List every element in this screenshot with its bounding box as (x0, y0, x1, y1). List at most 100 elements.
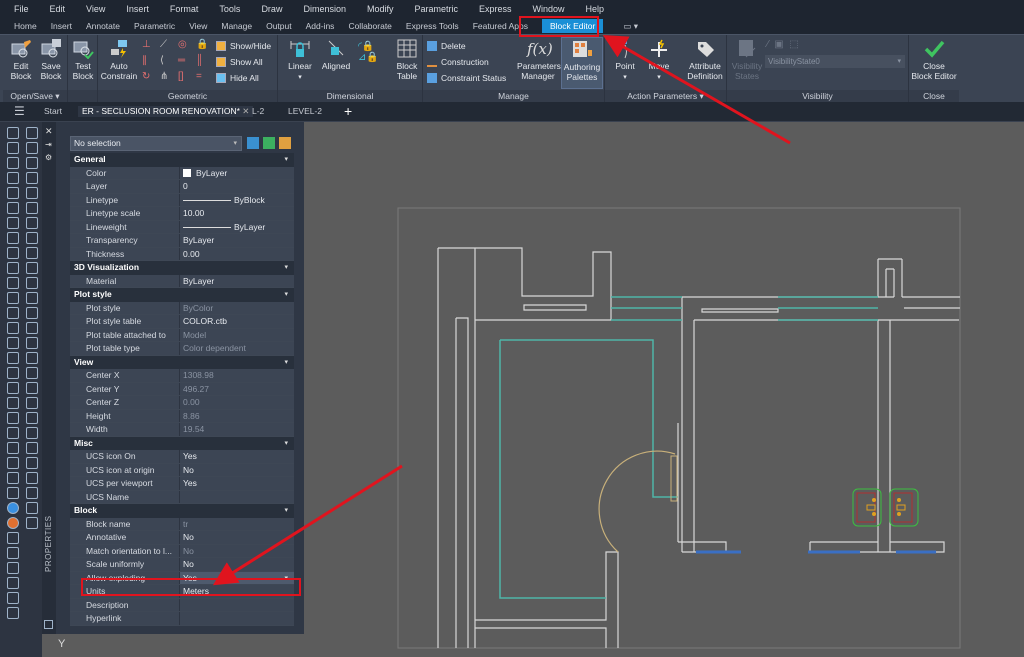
hamburger-menu-icon[interactable]: ☰ (14, 104, 25, 118)
tool-icon[interactable] (7, 277, 19, 289)
property-value[interactable] (180, 612, 294, 625)
menu-item-edit[interactable]: Edit (50, 4, 66, 14)
tool-icon[interactable] (26, 322, 38, 334)
tool-icon[interactable] (7, 607, 19, 619)
menu-item-dimension[interactable]: Dimension (303, 4, 346, 14)
concentric-icon[interactable]: ◎ (178, 39, 196, 55)
property-value[interactable]: No (180, 558, 294, 571)
tool-icon[interactable] (26, 277, 38, 289)
tool-icon[interactable] (7, 157, 19, 169)
menu-item-draw[interactable]: Draw (261, 4, 282, 14)
point-button[interactable]: Point ▾ (609, 39, 641, 83)
tool-icon[interactable] (7, 187, 19, 199)
ribbon-tab-parametric[interactable]: Parametric (134, 21, 175, 31)
tool-icon[interactable] (7, 382, 19, 394)
delete-button[interactable]: Delete (427, 41, 466, 51)
menu-item-insert[interactable]: Insert (126, 4, 149, 14)
tool-icon[interactable] (7, 172, 19, 184)
horizontal-icon[interactable]: ═ (178, 55, 196, 71)
tool-icon[interactable] (7, 487, 19, 499)
property-row[interactable]: UCS icon On Yes (70, 450, 294, 464)
workspace-switch-icon[interactable]: ▭ ▾ (623, 21, 638, 32)
ribbon-tab-add-ins[interactable]: Add-ins (306, 21, 335, 31)
property-row[interactable]: Plot style ByColor (70, 301, 294, 315)
section-header-plot-style[interactable]: Plot style ▾ (70, 288, 294, 302)
section-header-general[interactable]: General ▾ (70, 153, 294, 167)
property-value[interactable]: Yes (180, 477, 294, 490)
tab-level-2[interactable]: LEVEL-2 (288, 106, 322, 116)
property-value[interactable]: ByLayer (180, 166, 294, 179)
property-row[interactable]: Center Z 0.00 (70, 396, 294, 410)
property-row[interactable]: Thickness 0.00 (70, 247, 294, 261)
property-value[interactable]: 0.00 (180, 247, 294, 260)
visibility-states-button[interactable]: Visibility States (731, 39, 763, 81)
tool-icon[interactable] (7, 457, 19, 469)
tool-icon[interactable] (26, 457, 38, 469)
property-value[interactable]: ByColor (180, 301, 294, 314)
tool-icon[interactable] (7, 307, 19, 319)
collapse-icon[interactable]: ▾ (284, 153, 288, 167)
angular-icon[interactable]: ◜🔒 (358, 41, 374, 52)
property-row[interactable]: UCS Name (70, 490, 294, 504)
tool-icon[interactable] (7, 412, 19, 424)
property-value[interactable]: No (180, 463, 294, 476)
property-row[interactable]: Width 19.54 (70, 423, 294, 437)
tool-icon[interactable] (7, 142, 19, 154)
edit-block-button[interactable]: Edit Block (7, 39, 35, 81)
tool-icon[interactable] (7, 322, 19, 334)
select-objects-icon[interactable] (263, 137, 275, 149)
block-table-button[interactable]: Block Table (392, 39, 422, 81)
property-value[interactable]: Model (180, 328, 294, 341)
construction-button[interactable]: Construction (427, 57, 489, 67)
symmetric-icon[interactable]: ⋔ (160, 71, 178, 87)
menu-item-tools[interactable]: Tools (219, 4, 240, 14)
tool-icon[interactable] (26, 187, 38, 199)
menu-item-help[interactable]: Help (586, 4, 605, 14)
property-row[interactable]: Height 8.86 (70, 409, 294, 423)
ribbon-tab-view[interactable]: View (189, 21, 207, 31)
tool-icon[interactable] (7, 292, 19, 304)
parallel-icon[interactable]: ∥ (142, 55, 160, 71)
property-value[interactable]: ByBlock (180, 193, 294, 206)
attribute-definition-button[interactable]: Attribute Definition (683, 39, 727, 81)
property-row[interactable]: UCS per viewport Yes (70, 477, 294, 491)
property-row[interactable]: Match orientation to l... No (70, 544, 294, 558)
tool-icon[interactable] (7, 127, 19, 139)
tab-active-drawing[interactable]: ER - SECLUSION ROOM RENOVATION* ✕ (78, 106, 254, 117)
make-visible-icon[interactable]: ▣ (774, 39, 783, 50)
tool-icon[interactable] (7, 247, 19, 259)
tool-icon[interactable] (7, 502, 19, 514)
palette-settings-icon[interactable]: ⚙ (45, 153, 52, 162)
tool-icon[interactable] (26, 472, 38, 484)
property-row[interactable]: Color ByLayer (70, 166, 294, 180)
property-value[interactable]: Yes (180, 450, 294, 463)
property-value[interactable]: 496.27 (180, 382, 294, 395)
save-block-button[interactable]: Save Block (37, 39, 65, 81)
tab-start[interactable]: Start (44, 106, 62, 116)
make-invisible-icon[interactable]: ⬚ (789, 39, 798, 50)
tool-icon[interactable] (7, 352, 19, 364)
tool-icon[interactable] (26, 262, 38, 274)
tool-icon[interactable] (26, 127, 38, 139)
section-header-block[interactable]: Block ▾ (70, 504, 294, 518)
tool-icon[interactable] (7, 427, 19, 439)
property-value[interactable]: ByLayer (180, 234, 294, 247)
aligned-button[interactable]: Aligned (318, 39, 354, 71)
tool-icon[interactable] (7, 232, 19, 244)
property-value[interactable]: ByLayer (180, 220, 294, 233)
tool-icon[interactable] (26, 352, 38, 364)
ribbon-tab-insert[interactable]: Insert (51, 21, 72, 31)
tool-icon[interactable] (7, 217, 19, 229)
property-row[interactable]: Material ByLayer (70, 274, 294, 288)
ribbon-tab-home[interactable]: Home (14, 21, 37, 31)
property-row[interactable]: Center X 1308.98 (70, 369, 294, 383)
property-row[interactable]: Block name tr (70, 517, 294, 531)
collapse-icon[interactable]: ▾ (284, 437, 288, 451)
collapse-icon[interactable]: ▾ (284, 288, 288, 302)
collapse-icon[interactable]: ▾ (284, 504, 288, 518)
quick-select-icon[interactable] (279, 137, 291, 149)
property-value[interactable]: 8.86 (180, 409, 294, 422)
property-row[interactable]: Center Y 496.27 (70, 382, 294, 396)
property-row[interactable]: Hyperlink (70, 612, 294, 626)
property-value[interactable]: No (180, 531, 294, 544)
